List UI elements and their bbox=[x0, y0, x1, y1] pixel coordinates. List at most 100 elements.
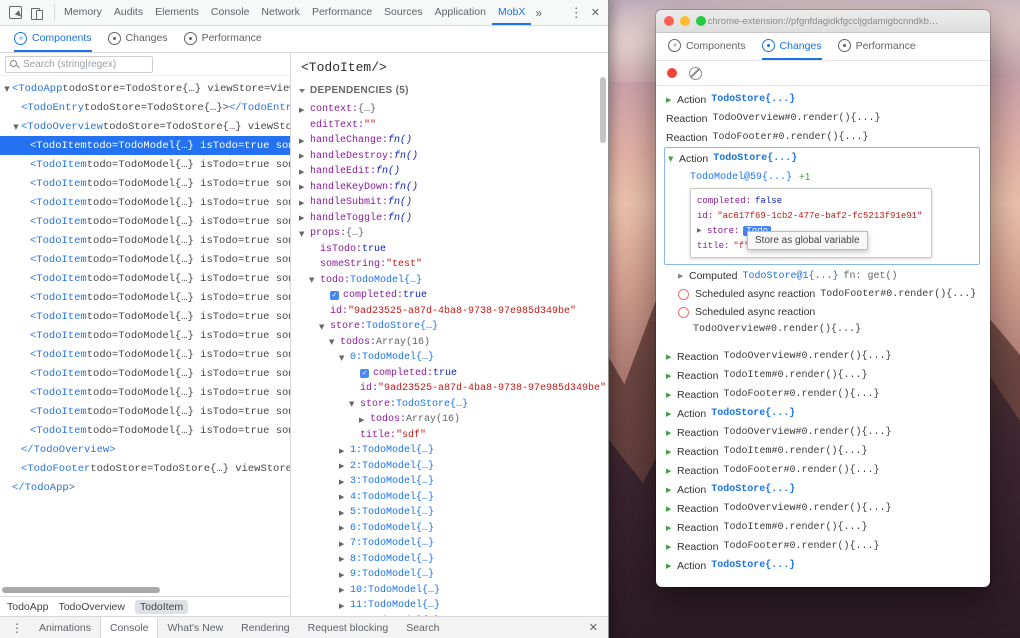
detail-row[interactable]: id: "9ad23525-a87d-4ba8-9738-97e985d349b… bbox=[299, 304, 608, 320]
expand-arrow-icon[interactable]: ▶ bbox=[339, 555, 350, 563]
expand-arrow-icon[interactable]: ▶ bbox=[666, 96, 677, 104]
tree-row[interactable]: <TodoItem todo=TodoModel{…} isTodo=true … bbox=[0, 345, 290, 364]
drawer-tab-what-s-new[interactable]: What's New bbox=[158, 617, 232, 638]
reaction-log-row[interactable]: ▶ReactionTodoFooter#0.render(){...} bbox=[656, 537, 990, 556]
detail-row[interactable]: isTodo: true bbox=[299, 242, 608, 258]
tree-row[interactable]: ▼<TodoOverview todoStore=TodoStore{…} vi… bbox=[0, 117, 290, 136]
detail-row[interactable]: ▶11: TodoModel{…} bbox=[299, 598, 608, 614]
device-toolbar-icon[interactable] bbox=[31, 7, 43, 19]
tree-row[interactable]: <TodoItem todo=TodoModel{…} isTodo=true … bbox=[0, 402, 290, 421]
detail-row[interactable]: completed: true bbox=[299, 366, 608, 382]
expand-arrow-icon[interactable]: ▶ bbox=[666, 410, 677, 418]
expand-arrow-icon[interactable]: ▶ bbox=[666, 505, 677, 513]
detail-row[interactable]: ▶7: TodoModel{…} bbox=[299, 536, 608, 552]
expand-arrow-icon[interactable]: ▼ bbox=[339, 354, 350, 362]
expand-arrow-icon[interactable]: ▶ bbox=[666, 486, 677, 494]
reaction-log-row[interactable]: ▶ReactionTodoOverview#0.render(){...} bbox=[656, 347, 990, 366]
object-row[interactable]: id: "ac617f69-1cb2-477e-baf2-fc5213f91e9… bbox=[697, 208, 925, 223]
expanded-action-group[interactable]: ▼ Action TodoStore{...} TodoModel@59{...… bbox=[664, 147, 980, 265]
devtools-tab-changes[interactable]: Changes bbox=[108, 26, 168, 52]
zoom-traffic-light[interactable] bbox=[696, 16, 706, 26]
reaction-log-row[interactable]: ReactionTodoOverview#0.render(){...} bbox=[656, 109, 990, 128]
detail-row[interactable]: ▶handleEdit: fn() bbox=[299, 164, 608, 180]
drawer-tab-request-blocking[interactable]: Request blocking bbox=[299, 617, 398, 638]
vertical-scrollbar-thumb[interactable] bbox=[600, 77, 606, 143]
action-log-row[interactable]: ▶ActionTodoStore{...} bbox=[656, 404, 990, 423]
detail-row[interactable]: ▶9: TodoModel{…} bbox=[299, 567, 608, 583]
expand-arrow-icon[interactable]: ▶ bbox=[299, 183, 310, 191]
tree-row[interactable]: <TodoItem todo=TodoModel{…} isTodo=true … bbox=[0, 231, 290, 250]
expand-arrow-icon[interactable]: ▶ bbox=[339, 493, 350, 501]
close-traffic-light[interactable] bbox=[664, 16, 674, 26]
expand-arrow-icon[interactable]: ▶ bbox=[666, 429, 677, 437]
reaction-log-row[interactable]: ▶ReactionTodoItem#0.render(){...} bbox=[656, 442, 990, 461]
detail-row[interactable]: editText: "" bbox=[299, 118, 608, 134]
main-tab-memory[interactable]: Memory bbox=[58, 0, 108, 25]
expand-arrow-icon[interactable]: ▶ bbox=[666, 353, 677, 361]
computed-log-row[interactable]: ▶ Computed TodoStore@1{...} fn: get() bbox=[656, 267, 990, 285]
expand-arrow-icon[interactable]: ▶ bbox=[339, 602, 350, 610]
expand-arrow-icon[interactable]: ▶ bbox=[299, 137, 310, 145]
scrollbar-thumb[interactable] bbox=[2, 587, 160, 593]
clear-log-icon[interactable] bbox=[689, 67, 702, 80]
reaction-log-row[interactable]: ReactionTodoFooter#0.render(){...} bbox=[656, 128, 990, 147]
expand-arrow-icon[interactable]: ▶ bbox=[339, 478, 350, 486]
expand-arrow-icon[interactable]: ▼ bbox=[299, 230, 310, 238]
search-input[interactable] bbox=[23, 59, 155, 70]
popup-tab-changes[interactable]: Changes bbox=[762, 33, 822, 60]
devtools-tab-performance[interactable]: Performance bbox=[184, 26, 262, 52]
tree-row[interactable]: <TodoItem todo=TodoModel{…} isTodo=true … bbox=[0, 193, 290, 212]
tree-row[interactable]: </TodoApp> bbox=[0, 478, 290, 497]
tree-row[interactable]: <TodoItem todo=TodoModel{…} isTodo=true … bbox=[0, 155, 290, 174]
close-drawer-icon[interactable]: ✕ bbox=[585, 617, 602, 638]
minimize-traffic-light[interactable] bbox=[680, 16, 690, 26]
expand-arrow-icon[interactable]: ▼ bbox=[319, 323, 330, 331]
inspect-element-icon[interactable] bbox=[9, 6, 22, 19]
detail-row[interactable]: ▼store: TodoStore{…} bbox=[299, 319, 608, 335]
detail-row[interactable]: ▶handleKeyDown: fn() bbox=[299, 180, 608, 196]
reaction-log-row[interactable]: ▶ReactionTodoOverview#0.render(){...} bbox=[656, 499, 990, 518]
expand-arrow-icon[interactable]: ▶ bbox=[666, 467, 677, 475]
main-tab-sources[interactable]: Sources bbox=[378, 0, 429, 25]
record-icon[interactable] bbox=[667, 68, 677, 78]
action-log-row[interactable]: ▶ActionTodoStore{...} bbox=[656, 556, 990, 575]
main-tab-elements[interactable]: Elements bbox=[149, 0, 205, 25]
expand-arrow-icon[interactable]: ▶ bbox=[339, 524, 350, 532]
breadcrumb-item-todooverview[interactable]: TodoOverview bbox=[58, 601, 125, 613]
model-row[interactable]: TodoModel@59{...} +1 bbox=[665, 168, 979, 186]
reaction-log-row[interactable]: ▶ReactionTodoOverview#0.render(){...} bbox=[656, 423, 990, 442]
detail-row[interactable]: ▶12: TodoModel{…} bbox=[299, 614, 608, 617]
detail-row[interactable]: id: "9ad23525-a87d-4ba8-9738-97e985d349b… bbox=[299, 381, 608, 397]
expand-arrow-icon[interactable]: ▶ bbox=[666, 543, 677, 551]
reaction-log-row[interactable]: ▶ReactionTodoFooter#0.render(){...} bbox=[656, 461, 990, 480]
detail-row[interactable]: ▼0: TodoModel{…} bbox=[299, 350, 608, 366]
scheduled-reaction-row[interactable]: Scheduled async reaction TodoFooter#0.re… bbox=[656, 285, 990, 303]
tree-row[interactable]: <TodoItem todo=TodoModel{…} isTodo=true … bbox=[0, 250, 290, 269]
main-tab-performance[interactable]: Performance bbox=[306, 0, 378, 25]
detail-row[interactable]: someString: "test" bbox=[299, 257, 608, 273]
expand-arrow-icon[interactable]: ▶ bbox=[666, 524, 677, 532]
drawer-tab-search[interactable]: Search bbox=[397, 617, 448, 638]
action-log-row[interactable]: ▶ActionTodoStore{...} bbox=[656, 480, 990, 499]
tree-row[interactable]: <TodoItem todo=TodoModel{…} isTodo=true … bbox=[0, 136, 290, 155]
main-tab-audits[interactable]: Audits bbox=[108, 0, 149, 25]
expand-arrow-icon[interactable]: ▼ bbox=[349, 400, 360, 408]
drawer-menu-icon[interactable]: ⋮ bbox=[6, 617, 28, 638]
action-log-row[interactable]: ▶ActionTodoStore{...} bbox=[656, 90, 990, 109]
detail-row[interactable]: ▶5: TodoModel{…} bbox=[299, 505, 608, 521]
expand-arrow-icon[interactable]: ▶ bbox=[339, 571, 350, 579]
detail-row[interactable]: ▶10: TodoModel{…} bbox=[299, 583, 608, 599]
tree-row[interactable]: <TodoFooter todoStore=TodoStore{…} viewS… bbox=[0, 459, 290, 478]
tree-row[interactable]: <TodoEntry todoStore=TodoStore{…}></Todo… bbox=[0, 98, 290, 117]
horizontal-scrollbar[interactable] bbox=[0, 586, 290, 595]
more-tabs-icon[interactable]: » bbox=[531, 0, 546, 25]
expand-arrow-icon[interactable]: ▶ bbox=[339, 447, 350, 455]
expand-arrow-icon[interactable]: ▶ bbox=[697, 227, 707, 234]
scheduled-reaction-row[interactable]: Scheduled async reaction TodoOverview#0.… bbox=[656, 303, 990, 337]
tree-row[interactable]: <TodoItem todo=TodoModel{…} isTodo=true … bbox=[0, 421, 290, 440]
tree-row[interactable]: <TodoItem todo=TodoModel{…} isTodo=true … bbox=[0, 383, 290, 402]
reaction-log-row[interactable]: ▶ReactionTodoItem#0.render(){...} bbox=[656, 518, 990, 537]
tree-row[interactable]: <TodoItem todo=TodoModel{…} isTodo=true … bbox=[0, 269, 290, 288]
detail-row[interactable]: ▶4: TodoModel{…} bbox=[299, 490, 608, 506]
breadcrumb-item-todoitem[interactable]: TodoItem bbox=[135, 600, 188, 614]
